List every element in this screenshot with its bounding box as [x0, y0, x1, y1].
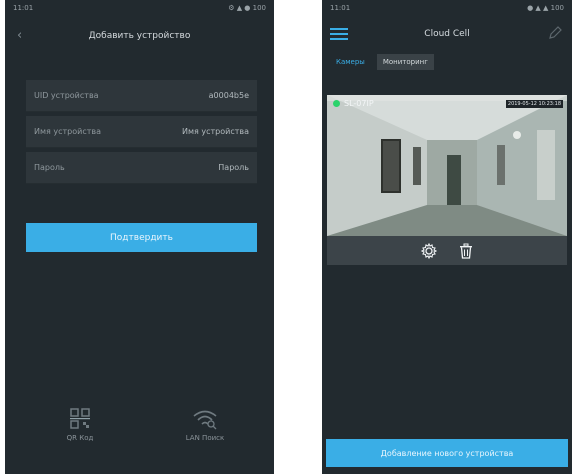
device-name-field[interactable]: Имя устройства Имя устройства [26, 116, 257, 148]
camera-name: SL-07IP [333, 99, 374, 108]
tab-cameras[interactable]: Камеры [330, 54, 371, 70]
password-field[interactable]: Пароль Пароль [26, 152, 257, 184]
edit-icon[interactable] [548, 26, 562, 40]
lan-search-button[interactable]: LAN Поиск [170, 408, 240, 442]
uid-label: UID устройства [34, 91, 99, 100]
device-name-label: Имя устройства [34, 127, 102, 136]
app-title: Cloud Cell [424, 29, 470, 39]
status-icons: ● ▲ ▲ 100 [527, 4, 564, 12]
qr-code-icon [70, 408, 90, 429]
uid-field[interactable]: UID устройства a0004b5e [26, 80, 257, 112]
tabs: Камеры Мониторинг [322, 52, 572, 72]
settings-gear-icon[interactable] [421, 242, 437, 259]
qr-code-button[interactable]: QR Код [45, 408, 115, 442]
device-name-placeholder: Имя устройства [181, 127, 249, 136]
password-placeholder: Пароль [218, 163, 249, 172]
title-bar: Cloud Cell [322, 16, 572, 52]
camera-name-label: SL-07IP [344, 99, 374, 108]
tab-monitoring[interactable]: Мониторинг [376, 54, 434, 70]
status-time: 11:01 [13, 4, 34, 12]
status-time: 11:01 [330, 4, 351, 12]
camera-actions-bar [327, 236, 567, 265]
uid-value: a0004b5e [208, 91, 249, 100]
trash-icon[interactable] [459, 243, 473, 259]
qr-code-label: QR Код [66, 434, 94, 442]
menu-icon[interactable] [330, 27, 348, 41]
camera-timestamp: 2019-05-12 10:23:18 [505, 100, 563, 108]
title-bar: ‹ Добавить устройство [5, 16, 274, 56]
wifi-search-icon [193, 410, 217, 430]
add-device-button[interactable]: Добавление нового устройства [326, 439, 568, 467]
camera-list-screen: 11:01 ● ▲ ▲ 100 Cloud Cell Камеры Монито… [322, 0, 572, 474]
page-title: Добавить устройство [88, 31, 191, 41]
confirm-button[interactable]: Подтвердить [26, 223, 257, 252]
camera-preview[interactable]: SL-07IP 2019-05-12 10:23:18 [327, 95, 567, 236]
status-bar: 11:01 ⚙ ▲ ● 100 [5, 0, 274, 16]
status-bar: 11:01 ● ▲ ▲ 100 [322, 0, 572, 16]
back-arrow-icon[interactable]: ‹ [17, 28, 22, 43]
password-label: Пароль [34, 163, 65, 172]
add-device-screen: 11:01 ⚙ ▲ ● 100 ‹ Добавить устройство UI… [5, 0, 274, 474]
lan-search-label: LAN Поиск [185, 434, 225, 442]
corridor-image [327, 95, 567, 236]
online-status-dot [333, 100, 340, 107]
status-icons: ⚙ ▲ ● 100 [228, 4, 266, 12]
